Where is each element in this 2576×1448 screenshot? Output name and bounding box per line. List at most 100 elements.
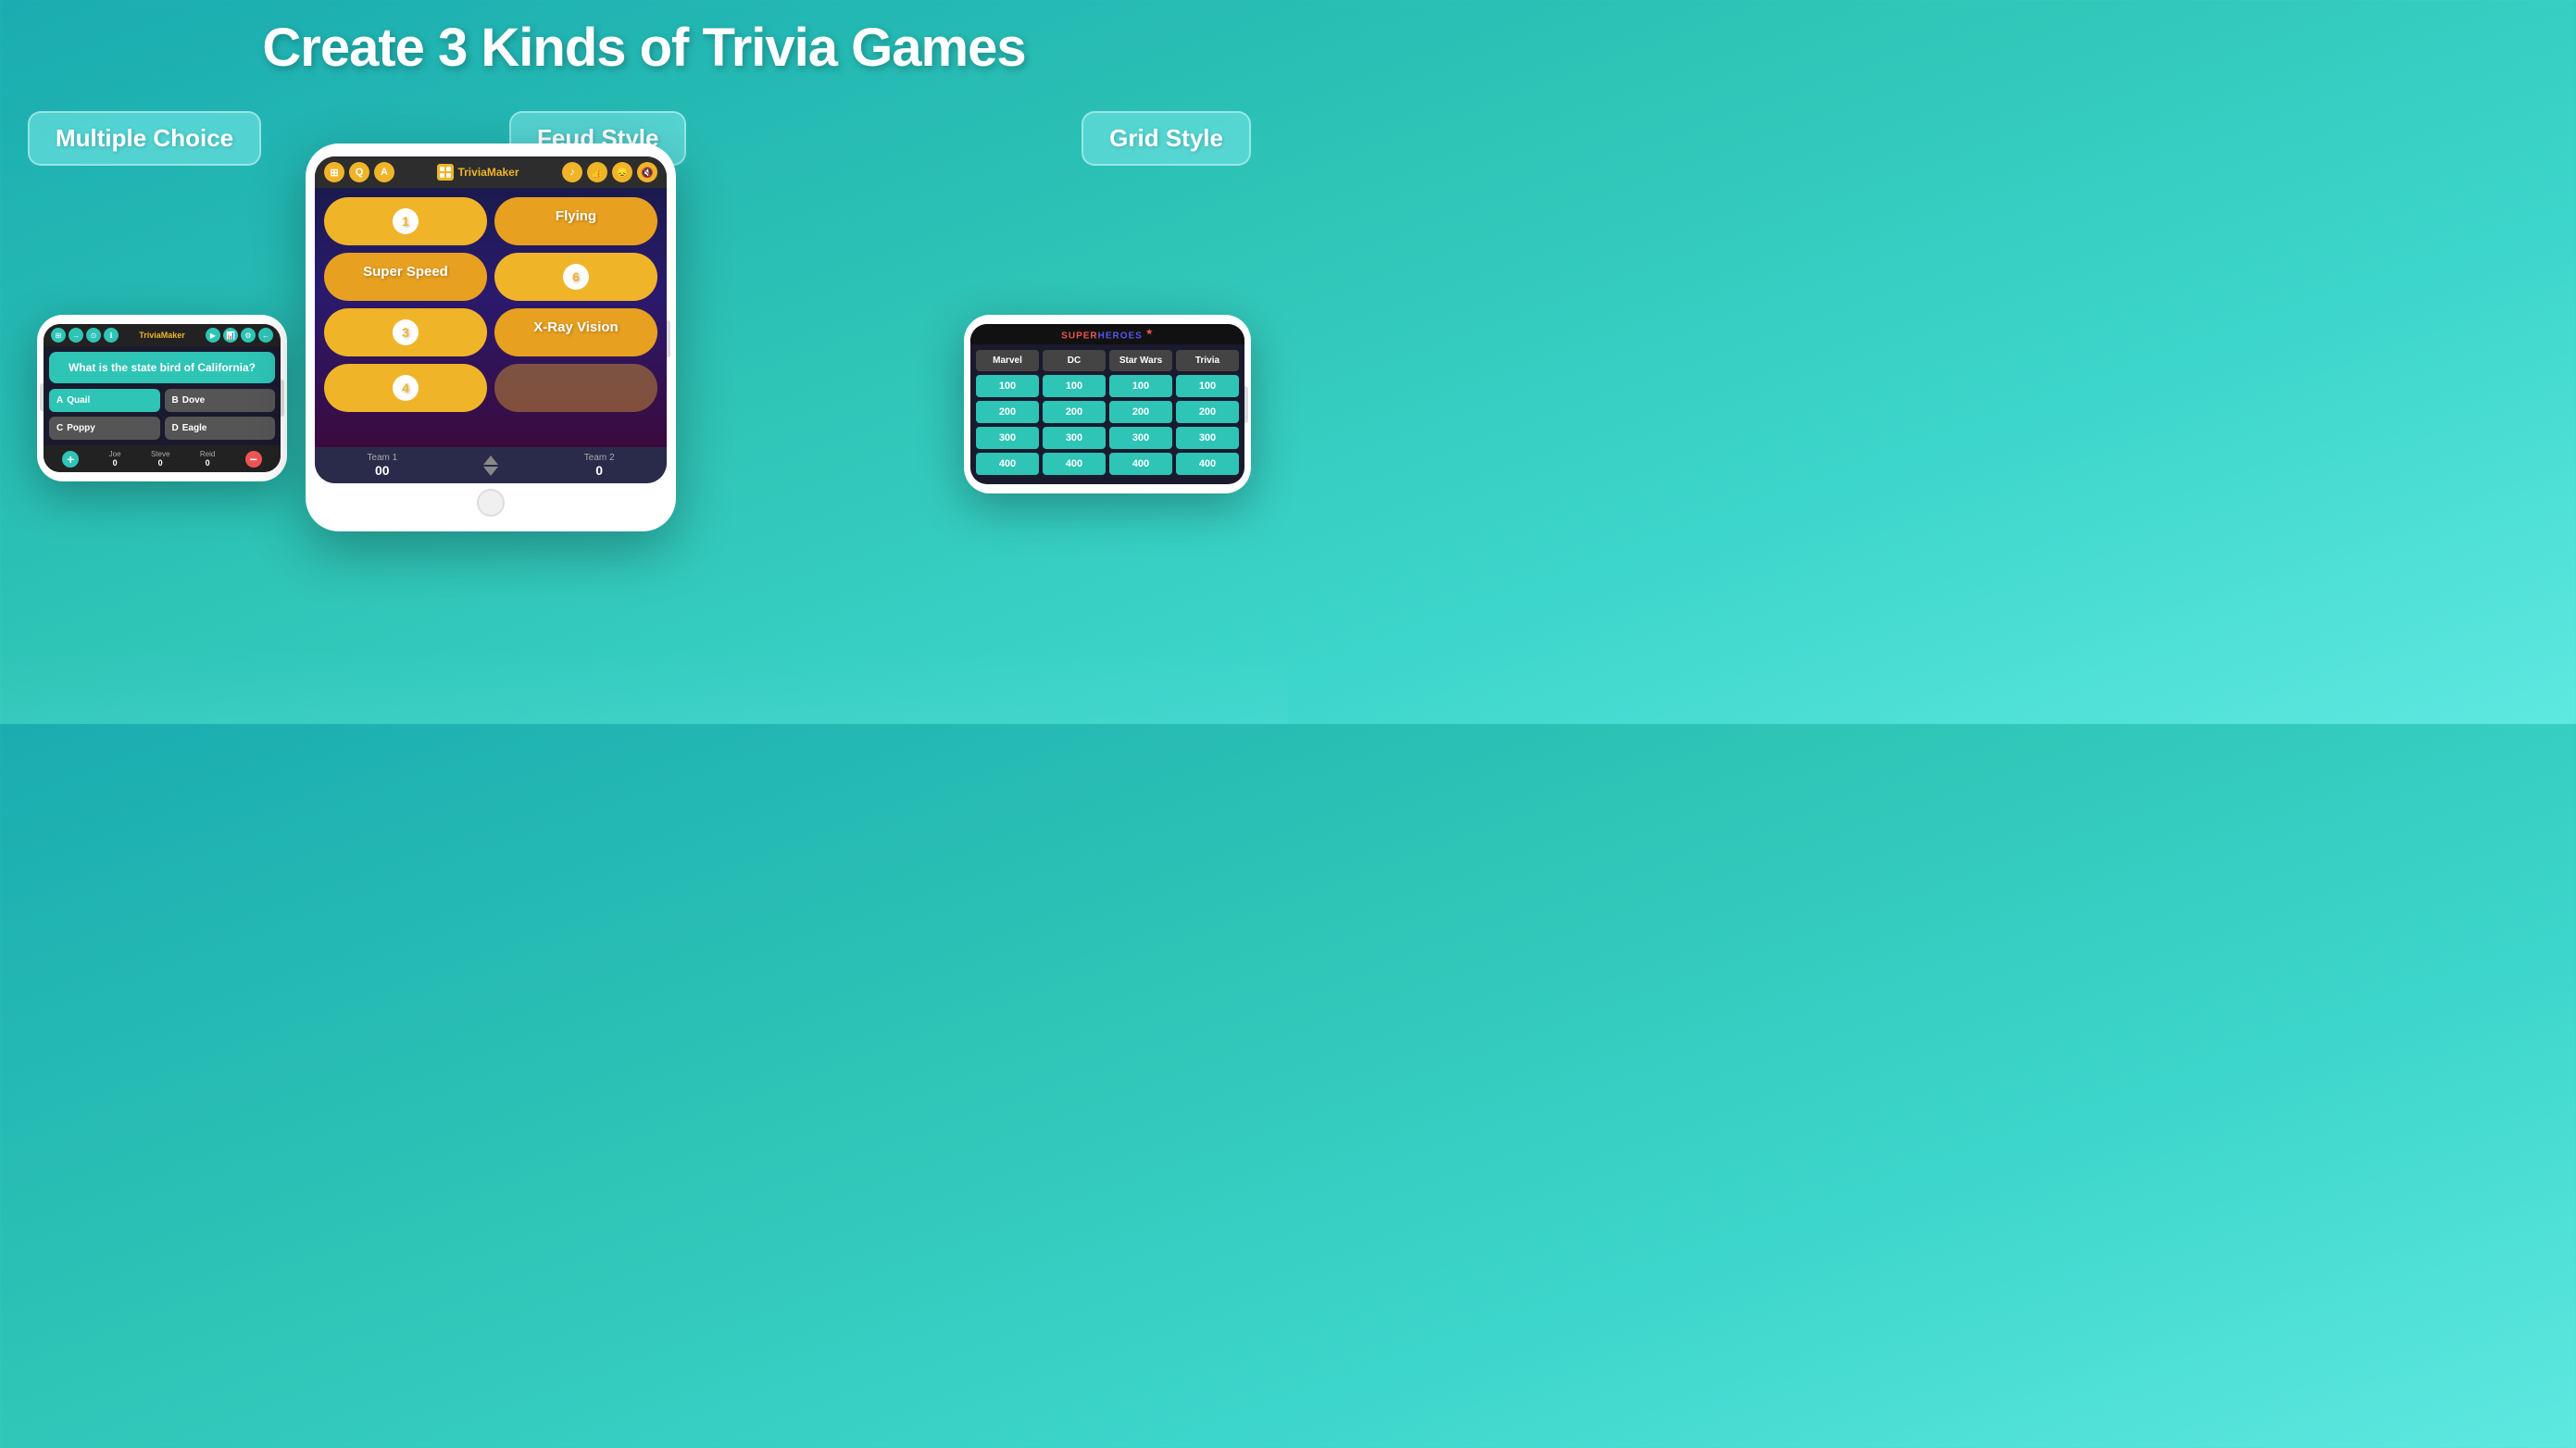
feud-board: 1 Flying Super Speed 6 3 X-Ray Vision [315, 188, 667, 447]
phone-left-topbar: ⊞ → ⊙ ℹ TriviaMaker ▶ 📊 ⚙ ← [44, 324, 281, 346]
player-reid-score: Reid 0 [200, 450, 215, 468]
badge-multiple-choice: Multiple Choice [28, 111, 261, 166]
feud-cell-3-left: 3 [324, 308, 487, 356]
team2-value: 0 [584, 463, 615, 478]
cell-2-3[interactable]: 200 [1109, 401, 1172, 423]
a-icon: A [374, 162, 394, 182]
cell-3-1[interactable]: 300 [976, 427, 1039, 449]
ph-play-icon: ▶ [206, 328, 220, 343]
reflection [0, 650, 1288, 724]
team1-label: Team 1 [367, 453, 397, 463]
feud-number-6: 6 [563, 264, 589, 290]
mc-option-b[interactable]: B Dove [165, 389, 276, 412]
option-b-letter: B [172, 395, 179, 406]
phone-left-scores: + Joe 0 Steve 0 Reid 0 − [44, 445, 281, 472]
tablet-home-button[interactable] [477, 489, 505, 517]
sad-icon[interactable]: 😞 [612, 162, 632, 182]
feud-row-3: 3 X-Ray Vision [324, 308, 657, 356]
q-icon: Q [349, 162, 369, 182]
option-c-letter: C [56, 423, 63, 433]
mc-question: What is the state bird of California? [49, 352, 275, 383]
team2-score: Team 2 0 [584, 453, 615, 478]
page-title: Create 3 Kinds of Trivia Games [0, 0, 1288, 79]
cell-4-2[interactable]: 400 [1043, 453, 1106, 475]
feud-cell-4-left: 4 [324, 364, 487, 412]
feud-cell-4-right [494, 364, 657, 412]
feud-cell-2-left: Super Speed [324, 253, 487, 301]
feud-row-4: 4 [324, 364, 657, 412]
phone-left-power-button [281, 380, 284, 417]
phone-multiple-choice: ⊞ → ⊙ ℹ TriviaMaker ▶ 📊 ⚙ ← What is the … [37, 315, 287, 481]
col-trivia: Trivia [1176, 350, 1239, 371]
feud-cell-3-right: X-Ray Vision [494, 308, 657, 356]
feud-number-1: 1 [393, 208, 419, 234]
tablet-logo: TriviaMaker [437, 164, 519, 181]
cell-3-3[interactable]: 300 [1109, 427, 1172, 449]
remove-player-button[interactable]: − [245, 451, 262, 468]
ph-stats-icon: 📊 [223, 328, 238, 343]
feud-scorebar: Team 1 00 Team 2 0 [315, 447, 667, 483]
feud-row-2: Super Speed 6 [324, 253, 657, 301]
cell-2-4[interactable]: 200 [1176, 401, 1239, 423]
team1-value: 00 [367, 463, 397, 478]
ph-back-icon: ← [258, 328, 273, 343]
mc-option-a[interactable]: A Quail [49, 389, 160, 412]
ph-wifi-icon: ⊙ [86, 328, 101, 343]
team1-score: Team 1 00 [367, 453, 397, 478]
grid-row-3: 300 300 300 300 [976, 427, 1239, 449]
cell-2-1[interactable]: 200 [976, 401, 1039, 423]
phone-left-logo: TriviaMaker [139, 331, 185, 340]
grid-row-4: 400 400 400 400 [976, 453, 1239, 475]
option-b-text: Dove [182, 395, 205, 406]
arrow-control[interactable] [483, 456, 498, 476]
option-a-text: Quail [67, 395, 90, 406]
player-steve-score: Steve 0 [151, 450, 169, 468]
col-starwars: Star Wars [1109, 350, 1172, 371]
cell-1-4[interactable]: 100 [1176, 375, 1239, 397]
phone-grid-style: SUPERHEROES ★ Marvel DC Star Wars Trivia… [964, 315, 1251, 493]
mc-options: A Quail B Dove C Poppy D Eagle [44, 389, 281, 445]
mc-option-d[interactable]: D Eagle [165, 417, 276, 440]
cell-2-2[interactable]: 200 [1043, 401, 1106, 423]
mc-option-c[interactable]: C Poppy [49, 417, 160, 440]
grid-row-2: 200 200 200 200 [976, 401, 1239, 423]
option-c-text: Poppy [67, 423, 95, 433]
team2-label: Team 2 [584, 453, 615, 463]
player-joe-score: Joe 0 [109, 450, 121, 468]
cell-1-3[interactable]: 100 [1109, 375, 1172, 397]
grid-header-row: Marvel DC Star Wars Trivia [976, 350, 1239, 371]
col-marvel: Marvel [976, 350, 1039, 371]
phone-right-power-button [1244, 386, 1248, 423]
ph-settings-icon: ⚙ [241, 328, 256, 343]
cell-4-4[interactable]: 400 [1176, 453, 1239, 475]
phone-left-right-icons: ▶ 📊 ⚙ ← [206, 328, 273, 343]
grid-icon: ⊞ [324, 162, 344, 182]
mute-icon[interactable]: 🔇 [637, 162, 657, 182]
option-d-letter: D [172, 423, 179, 433]
cell-1-1[interactable]: 100 [976, 375, 1039, 397]
arrow-up-icon[interactable] [483, 456, 498, 465]
phone-left-volume-button [40, 383, 44, 411]
phone-left-icons: ⊞ → ⊙ ℹ [51, 328, 119, 343]
cell-4-1[interactable]: 400 [976, 453, 1039, 475]
thumbsup-icon[interactable]: 👍 [587, 162, 607, 182]
cell-4-3[interactable]: 400 [1109, 453, 1172, 475]
ph-info-icon: ℹ [104, 328, 119, 343]
add-player-button[interactable]: + [62, 451, 79, 468]
feud-cell-2-right: 6 [494, 253, 657, 301]
grid-table: Marvel DC Star Wars Trivia 100 100 100 1… [970, 344, 1244, 484]
tablet-feud: ⊞ Q A TriviaMaker [306, 144, 676, 531]
arrow-down-icon[interactable] [483, 467, 498, 476]
grid-row-1: 100 100 100 100 [976, 375, 1239, 397]
cell-1-2[interactable]: 100 [1043, 375, 1106, 397]
tablet-side-button [667, 320, 670, 357]
cell-3-4[interactable]: 300 [1176, 427, 1239, 449]
feud-cell-1-left: 1 [324, 197, 487, 245]
cell-3-2[interactable]: 300 [1043, 427, 1106, 449]
feud-row-1: 1 Flying [324, 197, 657, 245]
grid-logo: SUPERHEROES ★ [1061, 328, 1154, 341]
badge-grid-style: Grid Style [1082, 111, 1251, 166]
music-icon[interactable]: ♪ [562, 162, 582, 182]
feud-number-4: 4 [393, 375, 419, 401]
col-dc: DC [1043, 350, 1106, 371]
